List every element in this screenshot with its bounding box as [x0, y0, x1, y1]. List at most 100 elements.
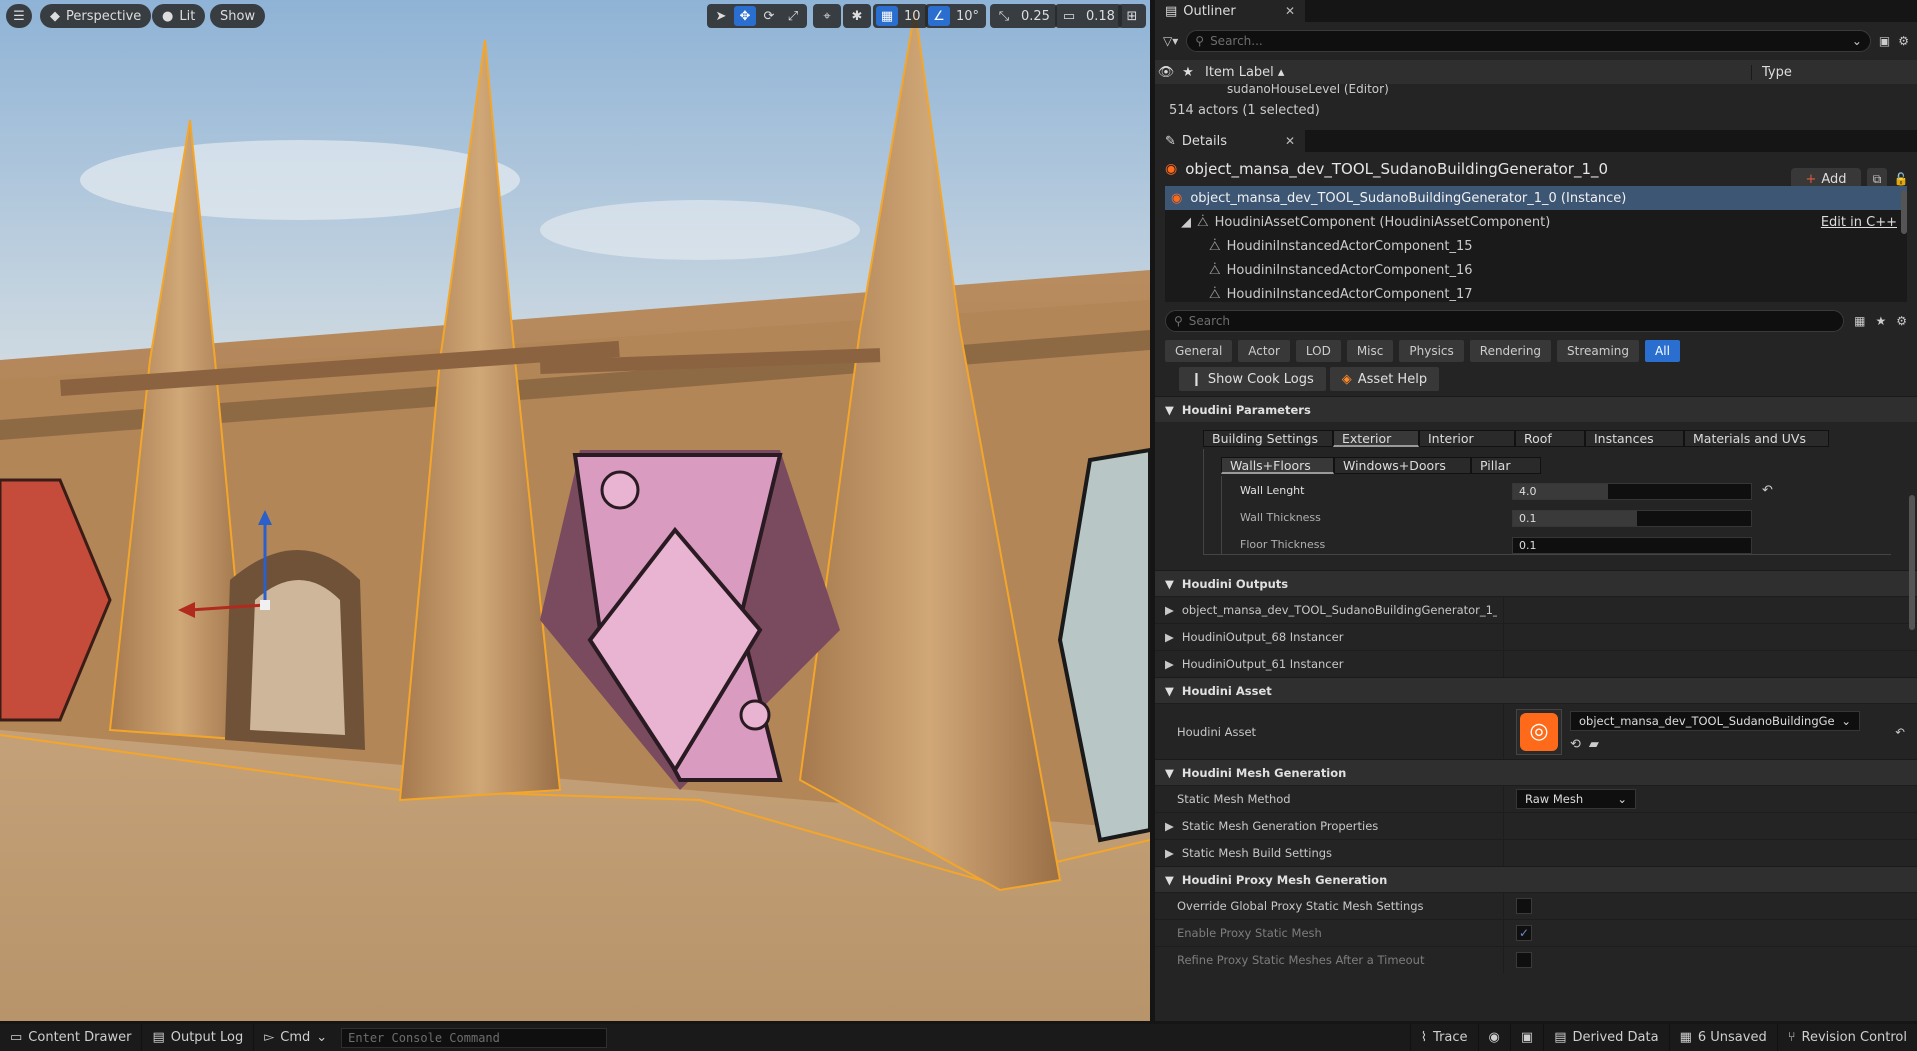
section-houdini-outputs[interactable]: ▼ Houdini Outputs	[1155, 570, 1917, 596]
console-command-input[interactable]: Enter Console Command	[341, 1027, 608, 1048]
derived-data-button[interactable]: ▤ Derived Data	[1544, 1024, 1670, 1051]
coord-space-button[interactable]: ⌖	[813, 4, 841, 28]
tree-row-component[interactable]: ⧊ HoudiniInstancedActorComponent_15	[1165, 234, 1907, 258]
param-tab-roof[interactable]: Roof	[1515, 430, 1585, 447]
reset-icon[interactable]: ↶	[1895, 725, 1905, 739]
filter-misc[interactable]: Misc	[1346, 340, 1394, 362]
level-viewport[interactable]: ☰ ◆ Perspective ● Lit Show ➤ ✥ ⟳ ⤢ ⌖ ✱ ▦ 1…	[0, 0, 1150, 1021]
filter-all[interactable]: All	[1645, 340, 1680, 362]
static-mesh-method-dropdown[interactable]: Raw Mesh ⌄	[1516, 789, 1636, 809]
tree-row-asset-component[interactable]: ◢ ⧊ HoudiniAssetComponent (HoudiniAssetC…	[1165, 210, 1907, 234]
subtab-walls-floors[interactable]: Walls+Floors	[1221, 457, 1334, 474]
override-proxy-checkbox[interactable]	[1516, 898, 1532, 914]
output-row[interactable]: ▶ HoudiniOutput_68 Instancer	[1155, 623, 1917, 650]
scale-icon[interactable]: ⤢	[782, 6, 804, 26]
subtab-pillar[interactable]: Pillar	[1471, 457, 1541, 474]
output-log-button[interactable]: ▤ Output Log	[142, 1024, 255, 1051]
folder-add-icon[interactable]: ▣	[1879, 34, 1890, 48]
chevron-down-icon[interactable]: ⌄	[1852, 34, 1862, 48]
filter-physics[interactable]: Physics	[1399, 340, 1464, 362]
param-floor-thickness-field[interactable]: 0.1	[1512, 537, 1752, 554]
visibility-icon[interactable]: 👁	[1155, 65, 1177, 80]
section-houdini-asset[interactable]: ▼ Houdini Asset	[1155, 677, 1917, 703]
column-item-label[interactable]: Item Label ▴	[1199, 65, 1751, 80]
filter-icon[interactable]: ▽▾	[1163, 34, 1178, 48]
browse-folder-icon[interactable]: ▰	[1589, 737, 1599, 752]
section-proxy-mesh[interactable]: ▼ Houdini Proxy Mesh Generation	[1155, 866, 1917, 892]
surface-snap-button[interactable]: ✱	[843, 4, 871, 28]
filter-actor[interactable]: Actor	[1238, 340, 1290, 362]
screenshot-button[interactable]: ▣	[1511, 1024, 1545, 1051]
show-button[interactable]: Show	[210, 4, 266, 28]
scale-snap-toggle[interactable]: ⤡ 0.25	[990, 4, 1057, 28]
mesh-gen-props-row[interactable]: ▶ Static Mesh Generation Properties	[1155, 812, 1917, 839]
cmd-dropdown[interactable]: ▻ Cmd ⌄	[254, 1024, 337, 1051]
component-icon: ⧊	[1209, 262, 1221, 278]
output-row[interactable]: ▶ object_mansa_dev_TOOL_SudanoBuildingGen…	[1155, 596, 1917, 623]
use-selected-icon[interactable]: ⟲	[1570, 737, 1581, 752]
surface-snap-icon: ✱	[851, 8, 863, 24]
reset-icon[interactable]: ↶	[1762, 483, 1773, 498]
houdini-asset-picker[interactable]: object_mansa_dev_TOOL_SudanoBuildingGene…	[1570, 711, 1860, 731]
rotation-snap-toggle[interactable]: ∠ 10°	[925, 4, 987, 28]
grid-snap-toggle[interactable]: ▦ 10	[873, 4, 928, 28]
viewport-menu-button[interactable]: ☰	[6, 4, 32, 28]
filter-general[interactable]: General	[1165, 340, 1233, 362]
chevron-right-icon: ▶	[1165, 603, 1174, 617]
column-type[interactable]: Type	[1751, 64, 1792, 80]
param-tab-building-settings[interactable]: Building Settings	[1203, 430, 1333, 447]
param-tab-exterior[interactable]: Exterior	[1333, 430, 1419, 447]
close-icon[interactable]: ✕	[1285, 4, 1295, 18]
select-icon[interactable]: ➤	[710, 6, 732, 26]
filter-lod[interactable]: LOD	[1295, 340, 1341, 362]
tree-row-component[interactable]: ⧊ HoudiniInstancedActorComponent_17	[1165, 282, 1907, 306]
trace-button[interactable]: ⌇ Trace	[1409, 1024, 1479, 1051]
section-mesh-generation[interactable]: ▼ Houdini Mesh Generation	[1155, 759, 1917, 785]
tab-details[interactable]: ✎ Details ✕	[1155, 130, 1305, 152]
content-drawer-button[interactable]: ▭ Content Drawer	[0, 1024, 143, 1051]
viewport-layout-button[interactable]: ⊞	[1118, 4, 1146, 28]
gear-icon[interactable]: ⚙	[1896, 314, 1907, 328]
param-wall-length-field[interactable]: 4.0	[1512, 483, 1752, 500]
subtab-windows-doors[interactable]: Windows+Doors	[1334, 457, 1471, 474]
asset-help-button[interactable]: ◈ Asset Help	[1329, 367, 1440, 391]
camera-speed-button[interactable]: ▭ 0.18	[1055, 4, 1122, 28]
param-tab-materials-uvs[interactable]: Materials and UVs	[1684, 430, 1829, 447]
houdini-actions: ❙ Show Cook Logs ◈ Asset Help	[1155, 362, 1917, 396]
pin-star-icon[interactable]: ★	[1177, 65, 1199, 80]
param-tab-instances[interactable]: Instances	[1585, 430, 1684, 447]
details-search-input[interactable]: ⚲ Search	[1165, 310, 1845, 332]
enable-proxy-checkbox[interactable]: ✓	[1516, 925, 1532, 941]
revision-control-button[interactable]: ⑂ Revision Control	[1778, 1024, 1917, 1051]
output-row[interactable]: ▶ HoudiniOutput_61 Instancer	[1155, 650, 1917, 677]
param-tab-interior[interactable]: Interior	[1419, 430, 1515, 447]
translate-icon[interactable]: ✥	[734, 6, 756, 26]
perspective-button[interactable]: ◆ Perspective	[40, 4, 152, 28]
gear-icon[interactable]: ⚙	[1898, 34, 1909, 48]
section-houdini-parameters[interactable]: ▼ Houdini Parameters	[1155, 396, 1917, 422]
param-wall-thickness-field[interactable]: 0.1	[1512, 510, 1752, 527]
details-scrollbar[interactable]	[1909, 495, 1915, 630]
show-cook-logs-button[interactable]: ❙ Show Cook Logs	[1179, 367, 1326, 391]
rotate-icon[interactable]: ⟳	[758, 6, 780, 26]
filter-streaming[interactable]: Streaming	[1557, 340, 1640, 362]
star-icon[interactable]: ★	[1875, 314, 1886, 328]
component-icon: ⧊	[1209, 286, 1221, 302]
filter-rendering[interactable]: Rendering	[1469, 340, 1552, 362]
table-view-icon[interactable]: ▦	[1854, 314, 1865, 328]
tab-outliner[interactable]: ▤ Outliner ✕	[1155, 0, 1305, 22]
tree-row-component[interactable]: ⧊ HoudiniInstancedActorComponent_16	[1165, 258, 1907, 282]
view-mode-button[interactable]: ● Lit	[152, 4, 206, 28]
param-floor-thickness-label: Floor Thickness	[1240, 538, 1326, 551]
tree-row-instance[interactable]: ◉ object_mansa_dev_TOOL_SudanoBuildingGe…	[1165, 186, 1907, 210]
mesh-build-settings-row[interactable]: ▶ Static Mesh Build Settings	[1155, 839, 1917, 866]
unsaved-button[interactable]: ▦ 6 Unsaved	[1670, 1024, 1778, 1051]
outliner-row[interactable]: sudanoHouseLevel (Editor)	[1155, 84, 1917, 98]
edit-in-cpp-link[interactable]: Edit in C++	[1821, 215, 1897, 230]
record-button[interactable]: ◉	[1479, 1024, 1511, 1051]
refine-proxy-checkbox[interactable]	[1516, 952, 1532, 968]
tree-scrollbar[interactable]	[1901, 190, 1907, 234]
outliner-search-input[interactable]: ⚲ Search... ⌄	[1186, 30, 1871, 52]
close-icon[interactable]: ✕	[1285, 134, 1295, 148]
asset-thumbnail[interactable]: ◎	[1516, 708, 1562, 755]
